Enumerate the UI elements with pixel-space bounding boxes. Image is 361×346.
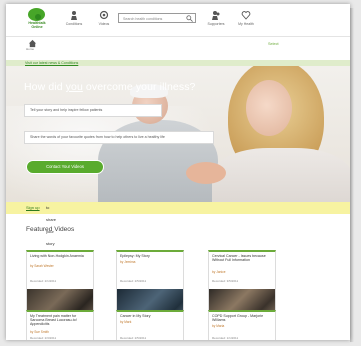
video-title[interactable]: My Treatment pain matter for Sarcoma Bre… — [30, 314, 90, 327]
home-label[interactable]: Home — [26, 47, 34, 51]
site-header: Healthtalk Online Conditions Videos Sear… — [6, 4, 350, 37]
video-meta: Recorded: 1/1/2011 — [212, 336, 239, 340]
select-link[interactable]: Select — [268, 42, 279, 46]
nav-videos-label: Videos — [98, 22, 110, 26]
hero-title-post: overcome your illness? — [82, 81, 196, 93]
nav-my-health[interactable]: My Health — [232, 10, 260, 26]
signup-text: Sign up to share your story and inspire … — [26, 202, 60, 294]
hero-story-box[interactable]: Tell your story and help inspire fellow … — [24, 104, 162, 117]
hero-cta-button[interactable]: Contact Your Videos — [26, 160, 104, 174]
hero-title: How did you overcome your illness? — [24, 81, 196, 93]
video-title[interactable]: Cancer in My Story — [120, 314, 180, 318]
signup-link[interactable]: Sign up — [26, 205, 40, 210]
video-author[interactable]: by Sarah Wester — [30, 264, 54, 268]
nav-supporters[interactable]: Supporters — [202, 10, 230, 26]
video-title[interactable]: Living with Non-Hodgkin Anaemia — [30, 254, 90, 258]
site-logo[interactable]: Healthtalk Online — [24, 8, 50, 34]
hero-title-pre: How did — [24, 81, 66, 93]
hero-hand — [186, 162, 226, 184]
video-author[interactable]: by Maria — [212, 324, 224, 328]
featured-title: Featured Videos — [26, 226, 75, 233]
video-meta: Recorded: 2/1/2011 — [30, 279, 57, 283]
nav-my-health-label: My Health — [238, 22, 254, 26]
video-card[interactable]: My Treatment pain matter for Sarcoma Bre… — [26, 310, 94, 340]
nav-conditions[interactable]: Conditions — [60, 10, 88, 26]
hero-title-underlined: you — [65, 81, 83, 93]
camera-icon — [99, 10, 109, 20]
video-author[interactable]: by Mark — [120, 320, 131, 324]
video-card[interactable]: Cancer in My Story by Mark Recorded: 2/5… — [116, 310, 184, 340]
video-author[interactable]: by Janice — [212, 270, 225, 274]
logo-leaf — [35, 14, 41, 20]
video-title[interactable]: Cervical Cancer - Issues because Without… — [212, 254, 272, 262]
video-title[interactable]: COPD Support Group - Marjorie Williams — [212, 314, 272, 322]
breadcrumb-bar: Home Select — [6, 37, 350, 51]
video-meta: Recorded: 2/5/2011 — [120, 279, 147, 283]
people-icon — [212, 11, 220, 20]
person-icon — [71, 11, 77, 20]
logo-text: Healthtalk Online — [28, 21, 46, 29]
video-meta: Recorded: 3/5/2011 — [212, 279, 239, 283]
nav-conditions-label: Conditions — [65, 22, 83, 26]
video-card[interactable]: COPD Support Group - Marjorie Williams b… — [208, 310, 276, 340]
video-meta: Recorded: 2/3/2011 — [30, 336, 57, 340]
search-icon[interactable] — [186, 15, 193, 22]
heart-icon — [241, 11, 251, 20]
video-author[interactable]: by Jemima — [120, 260, 135, 264]
hero-woman-face — [246, 80, 292, 136]
hero-quote-box[interactable]: Share the words of your favourite quotes… — [24, 131, 214, 144]
search-input[interactable]: Search health conditions — [118, 13, 196, 23]
video-meta: Recorded: 2/5/2011 — [120, 336, 147, 340]
hero-woman-body — [212, 148, 350, 202]
search-placeholder: Search health conditions — [123, 17, 163, 21]
nav-supporters-label: Supporters — [207, 22, 225, 26]
nav-videos[interactable]: Videos — [90, 10, 118, 26]
video-title[interactable]: Epilepsy: My Story — [120, 254, 180, 258]
hero-banner: How did you overcome your illness? Tell … — [6, 66, 350, 202]
page: Healthtalk Online Conditions Videos Sear… — [6, 4, 350, 340]
signup-banner: Sign up to share your story and inspire … — [6, 202, 350, 294]
video-author[interactable]: by Sue Smith — [30, 330, 49, 334]
page-shadow — [350, 8, 354, 342]
